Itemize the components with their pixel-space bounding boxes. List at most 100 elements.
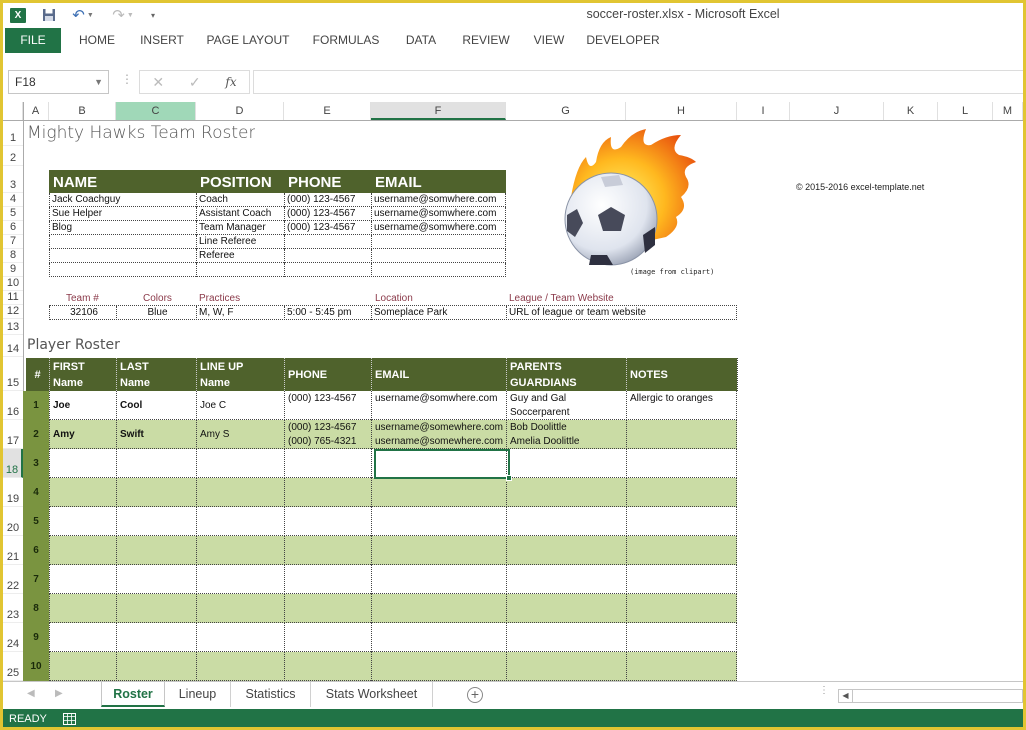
- player-cell-parents[interactable]: [506, 652, 626, 681]
- staff-cell-phone[interactable]: [284, 235, 371, 249]
- soccer-ball-flame-image[interactable]: [551, 127, 701, 267]
- player-cell-phone[interactable]: [284, 449, 371, 478]
- staff-cell-position[interactable]: Referee: [196, 249, 284, 263]
- horizontal-scrollbar[interactable]: ◀: [838, 689, 1023, 703]
- player-number[interactable]: 3: [23, 449, 49, 478]
- player-cell-lineup[interactable]: [196, 507, 284, 536]
- player-cell-notes[interactable]: [626, 594, 737, 623]
- row-header[interactable]: 6: [3, 221, 23, 235]
- sheet-tab-lineup[interactable]: Lineup: [165, 682, 231, 707]
- row-header[interactable]: 22: [3, 565, 23, 594]
- staff-header-name[interactable]: NAME: [49, 170, 196, 193]
- row-header[interactable]: 1: [3, 121, 23, 146]
- sheet-tab-stats-worksheet[interactable]: Stats Worksheet: [311, 682, 433, 707]
- formula-input[interactable]: [253, 70, 1023, 94]
- team-number-value[interactable]: 32106: [49, 306, 116, 320]
- player-cell-phone[interactable]: [284, 536, 371, 565]
- player-header-email[interactable]: EMAIL: [371, 358, 506, 391]
- player-cell-last[interactable]: [116, 536, 196, 565]
- scroll-tabs-left-icon[interactable]: ◀: [27, 688, 35, 699]
- player-number[interactable]: 6: [23, 536, 49, 565]
- tab-view[interactable]: VIEW: [529, 28, 569, 53]
- player-cell-last[interactable]: [116, 507, 196, 536]
- staff-cell-email[interactable]: username@somwhere.com: [371, 207, 506, 221]
- row-header[interactable]: 5: [3, 207, 23, 221]
- name-box[interactable]: F18 ▼: [8, 70, 109, 94]
- select-all-corner[interactable]: [3, 102, 23, 120]
- player-cell-phone[interactable]: [284, 652, 371, 681]
- sheet-title[interactable]: Mighty Hawks Team Roster: [27, 123, 255, 143]
- player-number[interactable]: 7: [23, 565, 49, 594]
- staff-cell-position[interactable]: Assistant Coach: [196, 207, 284, 221]
- staff-cell-name[interactable]: Blog: [49, 221, 196, 235]
- row-header[interactable]: 23: [3, 594, 23, 623]
- row-header[interactable]: 20: [3, 507, 23, 536]
- practice-days-value[interactable]: M, W, F: [196, 306, 284, 320]
- staff-cell-name[interactable]: Jack Coachguy: [49, 193, 196, 207]
- column-header[interactable]: L: [938, 102, 993, 120]
- player-cell-phone[interactable]: [284, 478, 371, 507]
- macro-record-icon[interactable]: [63, 713, 76, 725]
- player-cell-email[interactable]: [371, 652, 506, 681]
- player-cell-lineup[interactable]: [196, 478, 284, 507]
- player-cell-parents[interactable]: [506, 623, 626, 652]
- label-practices[interactable]: Practices: [199, 293, 240, 304]
- row-header[interactable]: 19: [3, 478, 23, 507]
- player-cell-lineup[interactable]: [196, 449, 284, 478]
- player-cell-lineup[interactable]: [196, 594, 284, 623]
- column-header[interactable]: J: [790, 102, 884, 120]
- website-value[interactable]: URL of league or team website: [506, 306, 737, 320]
- player-cell-email[interactable]: username@somwhere.com: [371, 391, 506, 420]
- row-header[interactable]: 16: [3, 391, 23, 420]
- column-header[interactable]: H: [626, 102, 737, 120]
- player-cell-parents[interactable]: Bob Doolittle Amelia Doolittle: [506, 420, 626, 449]
- staff-cell-position[interactable]: [196, 263, 284, 277]
- column-header[interactable]: I: [737, 102, 790, 120]
- row-header-selected[interactable]: 18: [3, 449, 23, 478]
- row-header[interactable]: 12: [3, 305, 23, 319]
- player-cell-notes[interactable]: [626, 652, 737, 681]
- player-cell-notes[interactable]: [626, 623, 737, 652]
- colors-value[interactable]: Blue: [116, 306, 196, 320]
- player-cell-lineup[interactable]: [196, 623, 284, 652]
- label-team-number[interactable]: Team #: [66, 293, 99, 304]
- player-cell-lineup[interactable]: [196, 565, 284, 594]
- player-cell-lineup[interactable]: Joe C: [196, 391, 284, 420]
- staff-cell-position[interactable]: Line Referee: [196, 235, 284, 249]
- player-cell-parents[interactable]: Guy and Gal Soccerparent: [506, 391, 626, 420]
- add-sheet-icon[interactable]: +: [467, 687, 483, 703]
- row-header[interactable]: 2: [3, 146, 23, 166]
- player-cell-notes[interactable]: [626, 536, 737, 565]
- staff-cell-name[interactable]: [49, 235, 196, 249]
- column-header[interactable]: K: [884, 102, 938, 120]
- player-cell-phone[interactable]: [284, 594, 371, 623]
- player-number[interactable]: 5: [23, 507, 49, 536]
- column-header[interactable]: E: [284, 102, 371, 120]
- staff-cell-phone[interactable]: [284, 249, 371, 263]
- row-header[interactable]: 24: [3, 623, 23, 652]
- location-value[interactable]: Someplace Park: [371, 306, 506, 320]
- player-header-first[interactable]: FIRST Name: [49, 358, 116, 391]
- tab-insert[interactable]: INSERT: [135, 28, 189, 53]
- staff-cell-phone[interactable]: (000) 123-4567: [284, 193, 371, 207]
- column-header[interactable]: A: [23, 102, 49, 120]
- player-number[interactable]: 2: [23, 420, 49, 449]
- active-cell-selection[interactable]: [374, 449, 510, 479]
- player-cell-last[interactable]: [116, 594, 196, 623]
- row-header[interactable]: 15: [3, 357, 23, 391]
- label-colors[interactable]: Colors: [143, 293, 172, 304]
- player-cell-first[interactable]: [49, 507, 116, 536]
- player-cell-first[interactable]: [49, 478, 116, 507]
- staff-cell-email[interactable]: username@somwhere.com: [371, 221, 506, 235]
- insert-function-icon[interactable]: fx: [225, 75, 236, 89]
- player-cell-lineup[interactable]: [196, 652, 284, 681]
- player-cell-parents[interactable]: [506, 565, 626, 594]
- label-location[interactable]: Location: [375, 293, 413, 304]
- column-header-selected[interactable]: F: [371, 102, 506, 120]
- player-cell-last[interactable]: Swift: [116, 420, 196, 449]
- fill-handle[interactable]: [506, 475, 512, 481]
- column-header[interactable]: D: [196, 102, 284, 120]
- scrollbar-splitter-icon[interactable]: ⋮: [819, 686, 829, 696]
- row-header[interactable]: 14: [3, 335, 23, 357]
- player-cell-parents[interactable]: [506, 507, 626, 536]
